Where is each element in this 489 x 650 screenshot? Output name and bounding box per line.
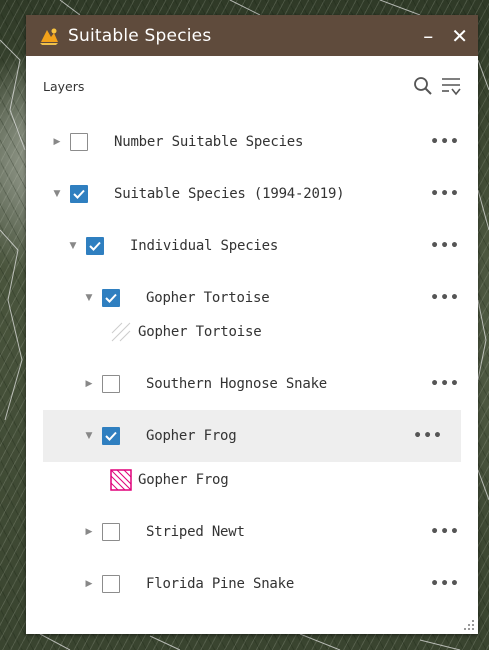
resize-handle-icon[interactable] xyxy=(464,620,474,630)
more-options-icon[interactable]: ••• xyxy=(430,134,460,150)
layer-checkbox[interactable] xyxy=(102,575,120,593)
expand-caret-icon[interactable]: ▶ xyxy=(84,579,94,589)
more-options-icon[interactable]: ••• xyxy=(430,576,460,592)
panel-title: Suitable Species xyxy=(68,25,212,46)
layer-tree: ▶ Number Suitable Species ••• ▼ Suitable… xyxy=(26,116,478,610)
layer-label: Number Suitable Species xyxy=(114,134,304,150)
layers-label: Layers xyxy=(43,78,85,94)
layer-checkbox[interactable] xyxy=(70,185,88,203)
collapse-caret-icon[interactable]: ▼ xyxy=(52,189,62,199)
legend-label: Gopher Frog xyxy=(138,472,229,488)
layer-row-suitable-species[interactable]: ▼ Suitable Species (1994-2019) ••• xyxy=(26,168,478,220)
panel-titlebar[interactable]: Suitable Species – ✕ xyxy=(26,15,478,56)
expand-caret-icon[interactable]: ▶ xyxy=(52,137,62,147)
expand-caret-icon[interactable]: ▶ xyxy=(84,379,94,389)
hatch-swatch-icon xyxy=(110,469,132,491)
more-options-icon[interactable]: ••• xyxy=(430,524,460,540)
layer-label: Gopher Tortoise xyxy=(146,290,270,306)
more-options-icon[interactable]: ••• xyxy=(413,428,443,444)
layer-checkbox[interactable] xyxy=(102,427,120,445)
layer-checkbox[interactable] xyxy=(70,133,88,151)
hatch-swatch-icon xyxy=(111,322,131,342)
layers-header: Layers xyxy=(26,56,478,116)
more-options-icon[interactable]: ••• xyxy=(430,238,460,254)
expand-caret-icon[interactable]: ▶ xyxy=(84,527,94,537)
layer-checkbox[interactable] xyxy=(102,289,120,307)
legend-label: Gopher Tortoise xyxy=(138,324,262,340)
layer-label: Striped Newt xyxy=(146,524,245,540)
layer-label: Individual Species xyxy=(130,238,279,254)
legend-item-gopher-tortoise: Gopher Tortoise xyxy=(26,314,478,350)
layer-row-number-suitable-species[interactable]: ▶ Number Suitable Species ••• xyxy=(26,116,478,168)
layer-checkbox[interactable] xyxy=(102,523,120,541)
collapse-caret-icon[interactable]: ▼ xyxy=(84,431,94,441)
layer-label: Southern Hognose Snake xyxy=(146,376,328,392)
collapse-caret-icon[interactable]: ▼ xyxy=(84,293,94,303)
check-icon xyxy=(89,241,101,251)
layer-label: Florida Pine Snake xyxy=(146,576,295,592)
layer-row-florida-pine-snake[interactable]: ▶ Florida Pine Snake ••• xyxy=(26,558,478,610)
layer-checkbox[interactable] xyxy=(86,237,104,255)
more-options-icon[interactable]: ••• xyxy=(430,376,460,392)
layer-row-southern-hognose-snake[interactable]: ▶ Southern Hognose Snake ••• xyxy=(26,358,478,410)
layer-checkbox[interactable] xyxy=(102,375,120,393)
layer-list-panel: Suitable Species – ✕ Layers ▶ Number Sui… xyxy=(26,15,478,634)
layer-label: Gopher Frog xyxy=(146,428,237,444)
filter-sort-icon[interactable] xyxy=(440,75,462,97)
layer-label: Suitable Species (1994-2019) xyxy=(114,186,345,202)
search-icon[interactable] xyxy=(412,75,434,97)
more-options-icon[interactable]: ••• xyxy=(430,290,460,306)
close-button[interactable]: ✕ xyxy=(451,26,468,46)
layer-row-individual-species[interactable]: ▼ Individual Species ••• xyxy=(26,220,478,272)
collapse-caret-icon[interactable]: ▼ xyxy=(68,241,78,251)
check-icon xyxy=(105,293,117,303)
check-icon xyxy=(105,431,117,441)
more-options-icon[interactable]: ••• xyxy=(430,186,460,202)
minimize-button[interactable]: – xyxy=(423,26,433,46)
legend-item-gopher-frog: Gopher Frog xyxy=(26,462,478,498)
layer-row-striped-newt[interactable]: ▶ Striped Newt ••• xyxy=(26,506,478,558)
check-icon xyxy=(73,189,85,199)
layer-row-gopher-frog[interactable]: ▼ Gopher Frog ••• xyxy=(43,410,461,462)
layer-widget-icon xyxy=(38,25,60,47)
